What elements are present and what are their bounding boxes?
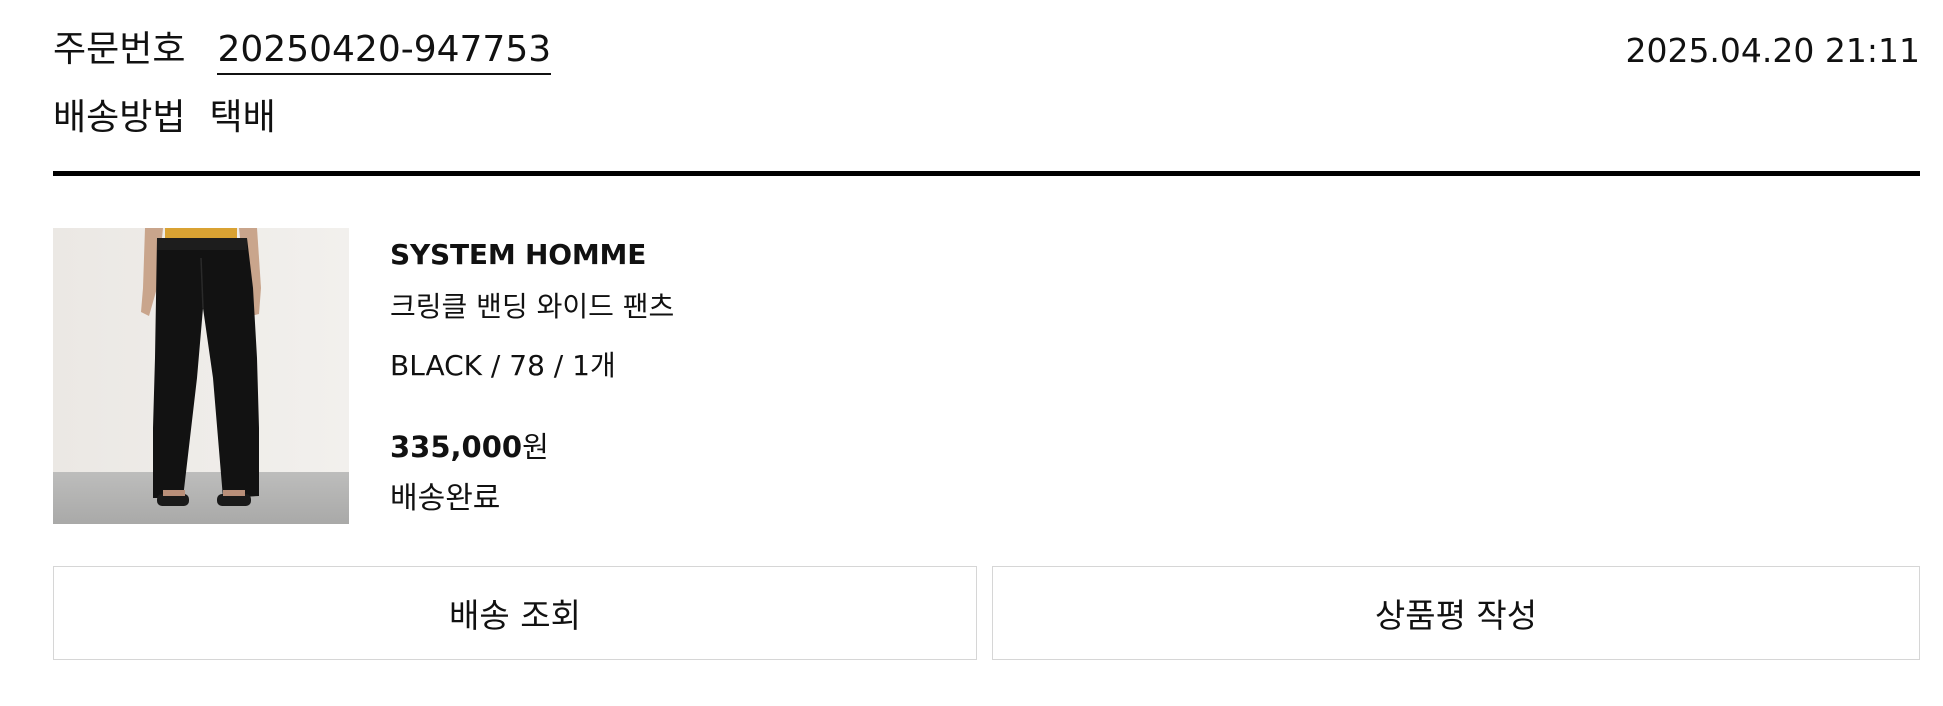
- order-header: 주문번호 20250420-947753 2025.04.20 21:11 배송…: [53, 0, 1920, 176]
- price-amount: 335,000: [390, 430, 523, 464]
- order-number-link[interactable]: 20250420-947753: [217, 29, 552, 75]
- product-brand[interactable]: SYSTEM HOMME: [390, 238, 646, 271]
- order-detail-card: 주문번호 20250420-947753 2025.04.20 21:11 배송…: [0, 0, 1943, 706]
- product-price: 335,000원: [390, 424, 549, 466]
- write-review-button[interactable]: 상품평 작성: [992, 566, 1920, 660]
- track-delivery-button[interactable]: 배송 조회: [53, 566, 977, 660]
- order-item: SYSTEM HOMME 크링클 밴딩 와이드 팬츠 BLACK / 78 / …: [53, 228, 1920, 524]
- product-option: BLACK / 78 / 1개: [390, 349, 616, 382]
- shipping-method-value: 택배: [209, 97, 276, 138]
- product-image[interactable]: [53, 228, 349, 524]
- shipping-method-row: 배송방법 택배: [53, 100, 276, 136]
- delivery-status: 배송완료: [390, 481, 501, 516]
- order-number-row: 주문번호 20250420-947753: [53, 29, 552, 75]
- product-name[interactable]: 크링클 밴딩 와이드 팬츠: [390, 285, 674, 325]
- price-unit: 원: [522, 430, 549, 464]
- order-date: 2025.04.20 21:11: [1625, 31, 1920, 70]
- order-number-label: 주문번호: [53, 29, 186, 70]
- order-number-value: 20250420-947753: [217, 29, 552, 75]
- shipping-method-label: 배송방법: [53, 97, 186, 138]
